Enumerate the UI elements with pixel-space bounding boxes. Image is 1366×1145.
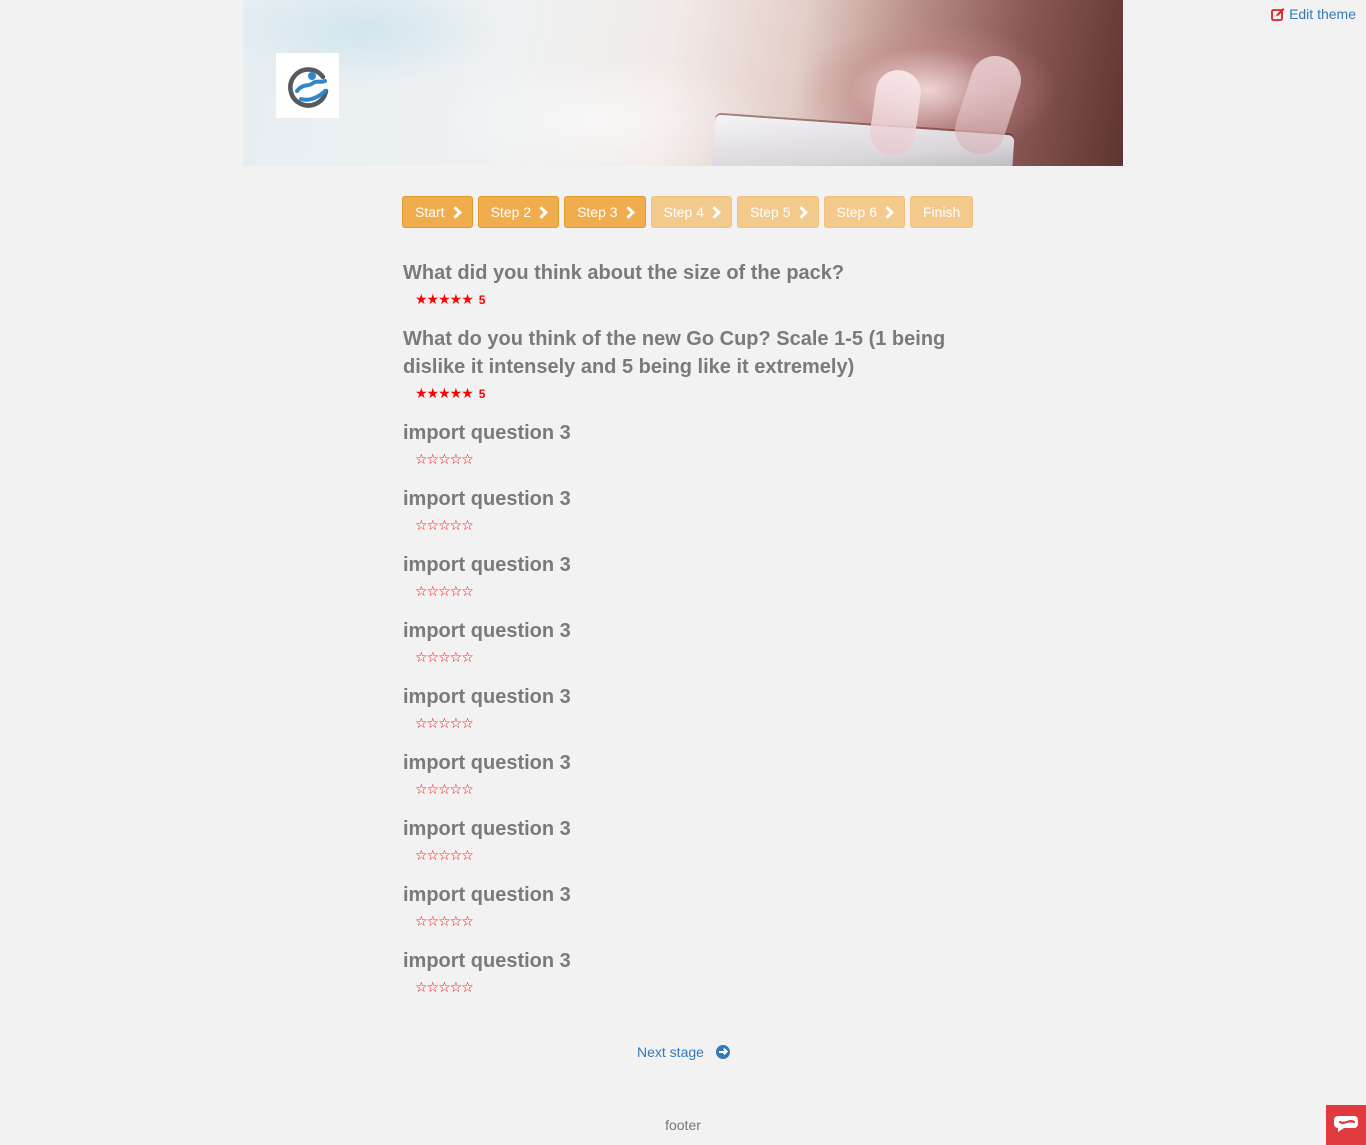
star-rating[interactable]: ☆☆☆☆☆ (415, 780, 963, 800)
chat-widget-icon (1334, 1116, 1358, 1132)
stars[interactable]: ☆☆☆☆☆ (415, 650, 474, 666)
question-item: import question 3 ☆☆☆☆☆ (403, 617, 963, 668)
step-label: Step 3 (577, 204, 618, 220)
question-item: What do you think of the new Go Cup? Sca… (403, 325, 963, 404)
edit-theme-link[interactable]: Edit theme (1271, 6, 1356, 22)
question-title: What did you think about the size of the… (403, 262, 845, 284)
survey-page: Edit theme Start Step 2 Step 3 Step 4 St… (0, 0, 1366, 1145)
chevron-right-icon (794, 206, 808, 219)
chevron-right-icon (881, 206, 894, 219)
next-stage-button[interactable]: Next stage (637, 1044, 730, 1060)
edit-theme-label: Edit theme (1289, 6, 1356, 22)
question-title: import question 3 (403, 488, 571, 510)
question-title: import question 3 (403, 884, 571, 906)
arrow-circle-right-icon (715, 1045, 730, 1059)
step-6[interactable]: Step 6 (823, 196, 905, 228)
next-stage-label: Next stage (637, 1044, 704, 1060)
step-start[interactable]: Start (402, 196, 473, 228)
logo-mark-icon (287, 66, 328, 108)
stars[interactable]: ☆☆☆☆☆ (415, 584, 474, 600)
question-title: import question 3 (403, 422, 571, 444)
star-rating[interactable]: ★★★★★ 5 (415, 290, 963, 310)
step-label: Finish (923, 204, 961, 220)
rating-value: 5 (478, 293, 486, 307)
question-item: What did you think about the size of the… (403, 259, 963, 310)
step-label: Step 6 (836, 204, 877, 220)
star-rating[interactable]: ★★★★★ 5 (415, 384, 963, 404)
edit-icon (1271, 8, 1285, 21)
stars[interactable]: ☆☆☆☆☆ (415, 782, 474, 798)
step-5[interactable]: Step 5 (737, 196, 819, 228)
star-rating[interactable]: ☆☆☆☆☆ (415, 714, 963, 734)
question-title: import question 3 (403, 686, 571, 708)
star-rating[interactable]: ☆☆☆☆☆ (415, 978, 963, 998)
question-item: import question 3 ☆☆☆☆☆ (403, 683, 963, 734)
question-item: import question 3 ☆☆☆☆☆ (403, 749, 963, 800)
question-title: import question 3 (403, 620, 571, 642)
star-rating[interactable]: ☆☆☆☆☆ (415, 648, 963, 668)
footer: footer (665, 1117, 701, 1133)
question-item: import question 3 ☆☆☆☆☆ (403, 947, 963, 998)
stars[interactable]: ☆☆☆☆☆ (415, 518, 474, 534)
star-rating[interactable]: ☆☆☆☆☆ (415, 450, 963, 470)
step-2[interactable]: Step 2 (477, 196, 560, 228)
chevron-right-icon (535, 206, 548, 219)
question-title: import question 3 (403, 950, 571, 972)
company-logo (276, 53, 339, 118)
step-3[interactable]: Step 3 (564, 196, 646, 228)
chat-widget-button[interactable] (1326, 1105, 1366, 1145)
step-label: Step 5 (750, 204, 791, 220)
step-label: Step 2 (490, 204, 532, 220)
progress-steps: Start Step 2 Step 3 Step 4 Step 5 Step 6… (402, 196, 974, 228)
stars[interactable]: ☆☆☆☆☆ (415, 452, 474, 468)
question-list: What did you think about the size of the… (403, 259, 963, 1013)
question-item: import question 3 ☆☆☆☆☆ (403, 551, 963, 602)
star-rating[interactable]: ☆☆☆☆☆ (415, 516, 963, 536)
question-item: import question 3 ☆☆☆☆☆ (403, 485, 963, 536)
step-label: Step 4 (663, 204, 705, 220)
rating-value: 5 (478, 387, 486, 401)
step-finish[interactable]: Finish (910, 196, 974, 228)
header-banner (243, 0, 1123, 166)
question-title: import question 3 (403, 752, 571, 774)
question-title: import question 3 (403, 818, 571, 840)
star-rating[interactable]: ☆☆☆☆☆ (415, 912, 963, 932)
stars[interactable]: ★★★★★ (415, 292, 474, 308)
stars[interactable]: ☆☆☆☆☆ (415, 980, 474, 996)
question-item: import question 3 ☆☆☆☆☆ (403, 815, 963, 866)
question-item: import question 3 ☆☆☆☆☆ (403, 881, 963, 932)
question-item: import question 3 ☆☆☆☆☆ (403, 419, 963, 470)
stars[interactable]: ☆☆☆☆☆ (415, 848, 474, 864)
chevron-right-icon (621, 206, 635, 219)
step-4[interactable]: Step 4 (650, 196, 733, 228)
question-title: What do you think of the new Go Cup? Sca… (403, 328, 946, 378)
question-title: import question 3 (403, 554, 571, 576)
chevron-right-icon (708, 206, 721, 219)
stars[interactable]: ★★★★★ (415, 386, 474, 402)
stars[interactable]: ☆☆☆☆☆ (415, 716, 474, 732)
step-label: Start (415, 204, 445, 220)
chevron-right-icon (448, 206, 462, 219)
star-rating[interactable]: ☆☆☆☆☆ (415, 582, 963, 602)
stars[interactable]: ☆☆☆☆☆ (415, 914, 474, 930)
star-rating[interactable]: ☆☆☆☆☆ (415, 846, 963, 866)
